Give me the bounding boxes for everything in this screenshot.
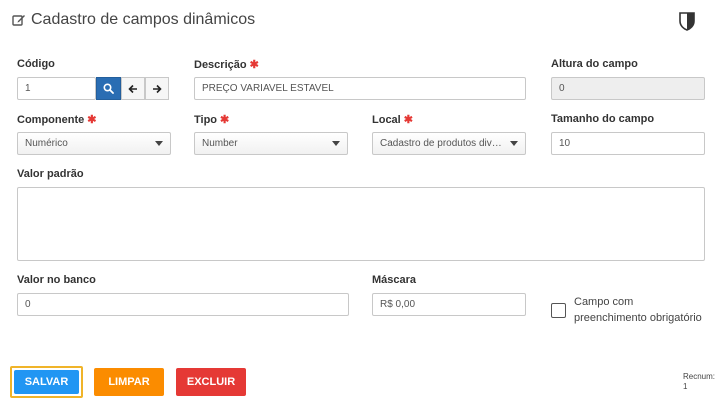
page-title-text: Cadastro de campos dinâmicos — [31, 11, 256, 28]
altura-input: 0 — [551, 77, 705, 100]
recnum-label: Recnum: — [683, 372, 716, 381]
required-marker: ✱ — [249, 59, 259, 71]
chevron-down-icon — [155, 141, 163, 146]
valor-banco-label: Valor no banco — [17, 274, 96, 286]
mascara-input[interactable]: R$ 0,00 — [372, 293, 526, 316]
tipo-label: Tipo ✱ — [194, 114, 230, 126]
tipo-select[interactable]: Number — [194, 132, 348, 155]
page-title: Cadastro de campos dinâmicos — [12, 11, 255, 29]
codigo-label: Código — [17, 58, 55, 70]
descricao-label: Descrição ✱ — [194, 59, 259, 71]
required-marker: ✱ — [87, 114, 97, 126]
arrow-left-icon — [128, 84, 137, 93]
chevron-down-icon — [510, 141, 518, 146]
tamanho-label: Tamanho do campo — [551, 113, 655, 125]
valor-padrao-textarea[interactable] — [17, 187, 705, 261]
limpar-button[interactable]: LIMPAR — [94, 368, 164, 396]
componente-label: Componente ✱ — [17, 114, 97, 126]
required-marker: ✱ — [220, 114, 230, 126]
salvar-button-focus-ring: SALVAR — [10, 366, 83, 398]
arrow-right-icon — [153, 84, 162, 93]
shield-icon[interactable] — [679, 12, 695, 36]
previous-button[interactable] — [121, 77, 145, 100]
tamanho-input[interactable]: 10 — [551, 132, 705, 155]
edit-icon — [12, 15, 25, 26]
chevron-down-icon — [332, 141, 340, 146]
local-label: Local ✱ — [372, 114, 413, 126]
search-button[interactable] — [96, 77, 121, 100]
obrigatorio-checkbox[interactable] — [551, 303, 566, 318]
recnum-info: Recnum: 1 — [683, 372, 715, 392]
salvar-button[interactable]: SALVAR — [14, 370, 79, 394]
local-select[interactable]: Cadastro de produtos diversos — [372, 132, 526, 155]
obrigatorio-label[interactable]: Campo com preenchimento obrigatório — [574, 294, 702, 326]
valor-banco-input[interactable]: 0 — [17, 293, 349, 316]
mascara-label: Máscara — [372, 274, 417, 286]
required-marker: ✱ — [403, 114, 413, 126]
recnum-value: 1 — [683, 382, 688, 391]
componente-select[interactable]: Numérico — [17, 132, 171, 155]
valor-padrao-label: Valor padrão — [17, 168, 84, 180]
excluir-button[interactable]: EXCLUIR — [176, 368, 246, 396]
next-button[interactable] — [145, 77, 169, 100]
search-icon — [103, 83, 114, 94]
codigo-input[interactable]: 1 — [17, 77, 96, 100]
altura-label: Altura do campo — [551, 58, 638, 70]
descricao-input[interactable]: PREÇO VARIAVEL ESTAVEL — [194, 77, 526, 100]
